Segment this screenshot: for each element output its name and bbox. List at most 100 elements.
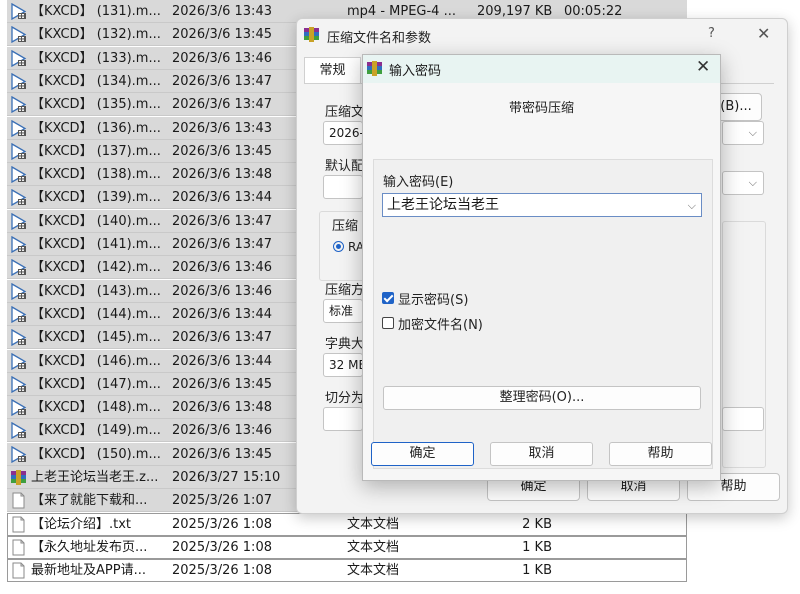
chevron-down-icon: ⌵: [748, 176, 757, 189]
file-row[interactable]: 【永久地址发布页... 2025/3/26 1:08 文本文档 1 KB: [7, 535, 687, 559]
password-input[interactable]: 上老王论坛当老王 ⌵: [382, 193, 702, 217]
file-row[interactable]: 最新地址及APP请... 2025/3/26 1:08 文本文档 1 KB: [7, 559, 687, 583]
file-date: 2025/3/26 1:08: [172, 539, 272, 555]
video-file-icon: [10, 329, 27, 347]
file-row[interactable]: 【论坛介绍】.txt 2025/3/26 1:08 文本文档 2 KB: [7, 512, 687, 536]
file-name: 【来了就能下载和...: [31, 493, 148, 509]
file-name: 【永久地址发布页...: [31, 539, 148, 555]
text-file-icon: [10, 539, 27, 556]
default-profile-label: 默认配: [325, 159, 365, 174]
file-type: 文本文档: [347, 563, 400, 579]
video-file-icon: [10, 49, 27, 67]
password-dialog-title: 输入密码: [389, 64, 442, 79]
method-label: 压缩方: [325, 283, 365, 298]
archive-name-input[interactable]: 2026-3: [323, 121, 363, 145]
show-password-checkbox[interactable]: [382, 292, 394, 304]
video-file-icon: [10, 259, 27, 277]
dictionary-label: 字典大: [325, 337, 365, 352]
file-name: 【KXCD】 (141).m...: [31, 237, 161, 252]
archive-name-label: 压缩文: [325, 105, 365, 120]
chevron-down-icon[interactable]: ⌵: [688, 195, 696, 217]
file-name: 【KXCD】 (131).m...: [31, 4, 161, 19]
video-file-icon: [10, 282, 27, 300]
method-dropdown[interactable]: 标准: [323, 299, 363, 323]
file-date: 2025/3/26 1:08: [172, 563, 272, 579]
file-name: 【KXCD】 (140).m...: [31, 213, 161, 229]
video-file-icon: [10, 422, 27, 440]
file-size: 1 KB: [522, 563, 552, 579]
file-size: 2 KB: [522, 516, 552, 532]
video-file-icon: [10, 398, 27, 417]
file-name: 【KXCD】 (139).m...: [31, 190, 161, 206]
file-name: 【KXCD】 (136).m...: [31, 120, 161, 136]
file-name: 【KXCD】 (142).m...: [31, 260, 161, 276]
split-input[interactable]: [323, 407, 363, 431]
video-file-icon: [10, 2, 27, 21]
file-name: 【KXCD】 (146).m...: [31, 353, 161, 369]
split-label: 切分为: [325, 391, 365, 406]
file-name: 最新地址及APP请...: [31, 563, 146, 579]
file-date: 2025/3/26 1:08: [172, 516, 272, 532]
file-type: 文本文档: [347, 539, 400, 555]
winrar-icon: [367, 61, 382, 76]
video-file-icon: [10, 26, 27, 44]
video-file-icon: [10, 96, 27, 114]
file-duration: [564, 513, 654, 536]
help-icon[interactable]: ?: [708, 26, 715, 41]
file-name: 【KXCD】 (134).m...: [31, 73, 161, 89]
archive-name-dropdown[interactable]: ⌵: [722, 121, 764, 145]
video-file-icon: [10, 119, 27, 137]
file-name: 【KXCD】 (144).m...: [31, 306, 161, 322]
video-file-icon: [10, 305, 27, 324]
profile-field[interactable]: [323, 175, 363, 199]
video-file-icon: [10, 212, 27, 230]
password-cancel-button[interactable]: 取消: [490, 442, 593, 466]
aux-input[interactable]: [722, 407, 764, 431]
file-type: 文本文档: [347, 516, 400, 532]
video-file-icon: [10, 72, 27, 91]
file-name: 【KXCD】 (133).m...: [31, 50, 161, 66]
winrar-icon: [304, 27, 319, 42]
encrypt-filenames-label: 加密文件名(N): [398, 318, 483, 333]
file-name: 【KXCD】 (137).m...: [31, 143, 161, 159]
text-file-icon: [10, 562, 27, 579]
encrypt-filenames-checkbox[interactable]: [382, 317, 394, 329]
file-name: 【KXCD】 (143).m...: [31, 283, 161, 299]
file-name: 【KXCD】 (149).m...: [31, 423, 161, 439]
video-file-icon: [10, 189, 27, 207]
file-name: 【KXCD】 (147).m...: [31, 376, 161, 392]
tab-general[interactable]: 常规: [304, 57, 361, 84]
video-file-icon: [10, 375, 27, 393]
video-file-icon: [10, 165, 27, 184]
file-name: 【KXCD】 (135).m...: [31, 97, 161, 113]
close-icon[interactable]: ✕: [696, 57, 710, 77]
format-rar-radio[interactable]: [333, 241, 344, 252]
file-name: 【KXCD】 (148).m...: [31, 400, 161, 416]
file-name: 【KXCD】 (132).m...: [31, 27, 161, 43]
format-group-label: 压缩: [332, 219, 359, 234]
dictionary-dropdown[interactable]: 32 MB: [323, 353, 363, 377]
text-file-icon: [10, 516, 27, 533]
close-icon[interactable]: ✕: [757, 24, 770, 43]
update-mode-dropdown[interactable]: ⌵: [722, 171, 764, 195]
video-file-icon: [10, 352, 27, 370]
file-name: 【KXCD】 (138).m...: [31, 167, 161, 183]
password-ok-button[interactable]: 确定: [371, 442, 474, 466]
winrar-archive-icon: [10, 469, 27, 486]
archive-window-title: 压缩文件名和参数: [327, 31, 432, 46]
chevron-down-icon: ⌵: [748, 126, 757, 139]
organize-passwords-button[interactable]: 整理密码(O)...: [383, 386, 701, 410]
file-size: 1 KB: [522, 539, 552, 555]
show-password-label: 显示密码(S): [398, 293, 469, 308]
file-name: 上老王论坛当老王.z...: [31, 470, 159, 485]
password-heading: 带密码压缩: [508, 101, 574, 116]
password-value: 上老王论坛当老王: [387, 197, 499, 213]
text-file-icon: [10, 492, 27, 509]
file-name: 【论坛介绍】.txt: [31, 516, 132, 532]
file-name: 【KXCD】 (150).m...: [31, 446, 161, 462]
password-dialog: 输入密码 ✕ 带密码压缩 输入密码(E) 上老王论坛当老王 ⌵ 显示密码(S) …: [362, 54, 721, 481]
password-help-button[interactable]: 帮助: [609, 442, 712, 466]
file-duration: [564, 559, 654, 582]
file-name: 【KXCD】 (145).m...: [31, 330, 161, 346]
video-file-icon: [10, 142, 27, 160]
